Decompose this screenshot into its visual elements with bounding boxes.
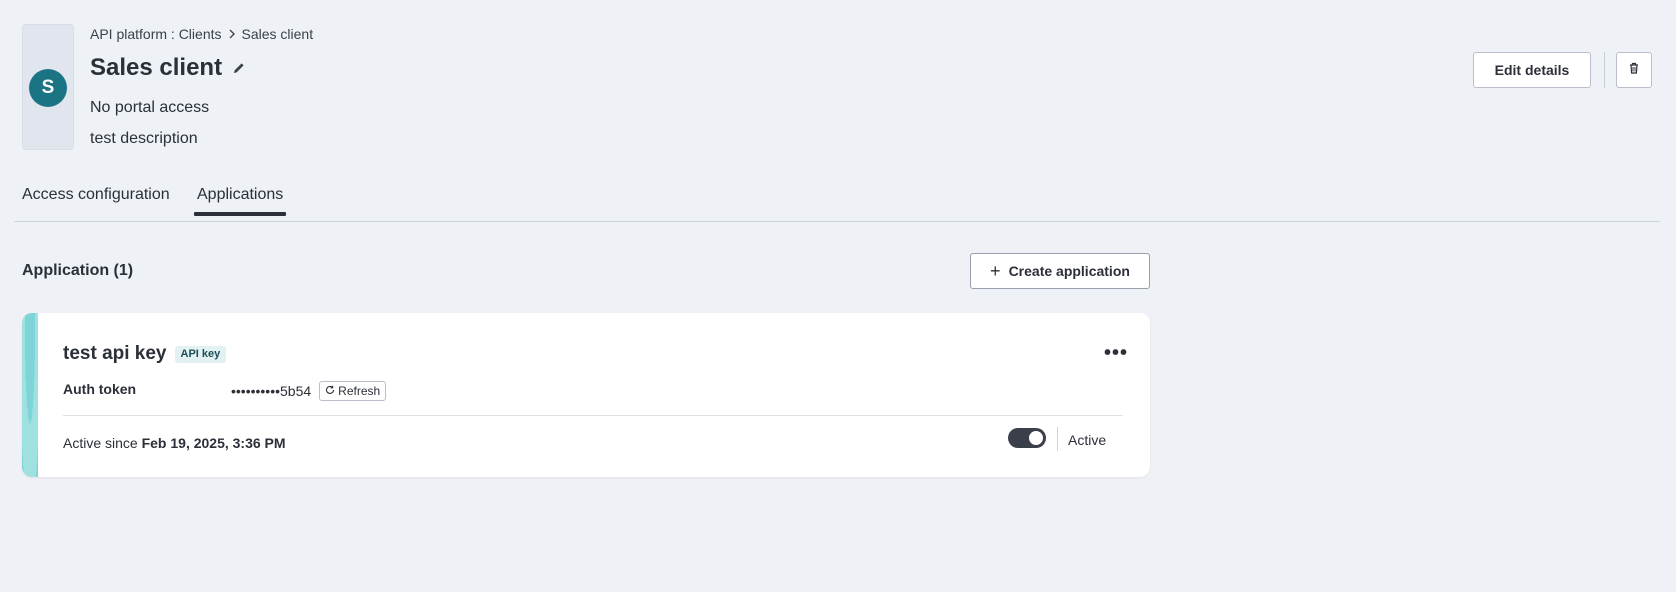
tab-applications[interactable]: Applications — [194, 186, 287, 216]
divider — [1057, 427, 1058, 451]
application-name: test api key — [63, 343, 167, 364]
delete-button[interactable] — [1616, 52, 1652, 88]
chevron-right-icon — [228, 26, 236, 42]
edit-details-button[interactable]: Edit details — [1473, 52, 1591, 88]
avatar-letter: S — [41, 77, 55, 98]
breadcrumb-parent-link[interactable]: API platform : Clients — [90, 26, 222, 42]
page-title: Sales client — [90, 54, 246, 82]
auth-token-value: ••••••••••5b54 — [231, 383, 312, 399]
active-since-prefix: Active since — [63, 435, 142, 451]
client-description: test description — [90, 130, 198, 147]
pencil-icon[interactable] — [232, 61, 246, 75]
card-accent-strip — [22, 313, 38, 477]
create-application-button[interactable]: + Create application — [970, 253, 1150, 289]
page-title-text: Sales client — [90, 54, 223, 81]
toggle-knob — [1029, 431, 1043, 445]
api-key-badge: API key — [174, 345, 227, 363]
refresh-icon — [325, 384, 335, 398]
auth-token-label: Auth token — [63, 381, 137, 397]
section-title: Application (1) — [22, 262, 134, 279]
plus-icon: + — [990, 261, 1001, 281]
tab-access-configuration[interactable]: Access configuration — [22, 186, 170, 214]
create-application-label: Create application — [1008, 263, 1130, 279]
more-horizontal-icon[interactable]: ••• — [1104, 343, 1128, 363]
active-since-date: Feb 19, 2025, 3:36 PM — [141, 435, 286, 451]
trash-icon — [1627, 61, 1641, 80]
active-toggle[interactable] — [1008, 428, 1046, 448]
portal-access-text: No portal access — [90, 99, 210, 116]
refresh-label: Refresh — [338, 384, 381, 398]
auth-token-row: ••••••••••5b54 Refresh — [231, 381, 387, 401]
breadcrumb: API platform : Clients Sales client — [90, 26, 313, 42]
avatar: S — [29, 69, 67, 107]
status-label: Active — [1068, 432, 1107, 448]
active-since-text: Active since Feb 19, 2025, 3:36 PM — [63, 435, 286, 451]
application-card: test api key API key ••• Auth token ••••… — [22, 313, 1150, 477]
tab-bar: Access configuration Applications — [14, 186, 1660, 222]
divider — [1604, 52, 1605, 88]
card-divider — [63, 415, 1123, 416]
application-title: test api key API key — [63, 343, 227, 365]
refresh-token-button[interactable]: Refresh — [319, 381, 387, 401]
breadcrumb-current: Sales client — [241, 26, 314, 42]
